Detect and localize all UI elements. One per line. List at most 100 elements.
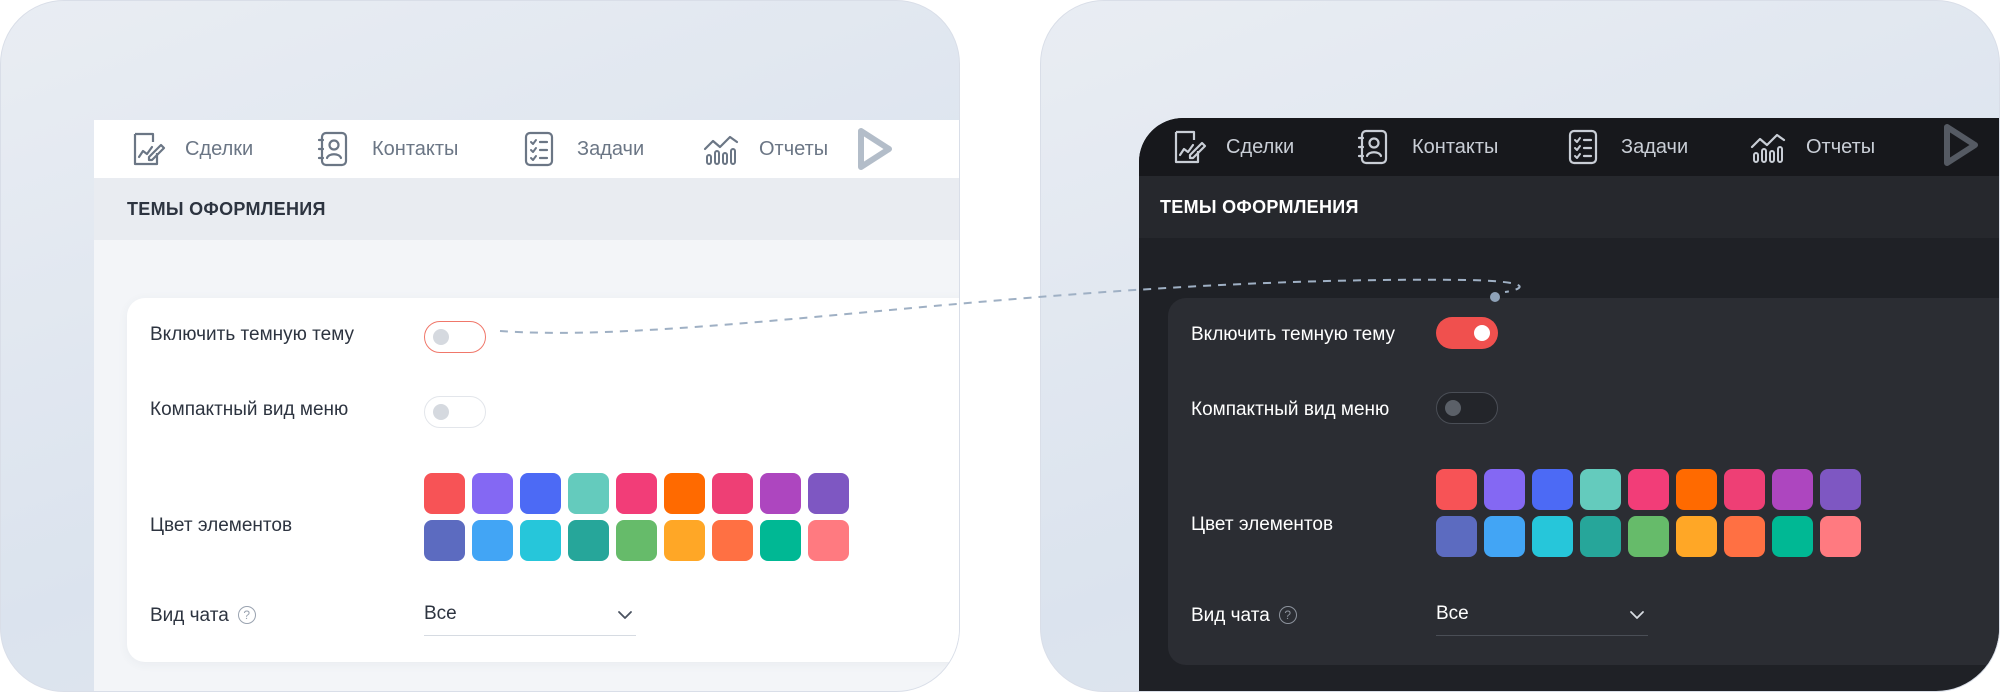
nav-item-label: Сделки <box>185 137 254 160</box>
deal-edit-icon <box>1174 130 1207 164</box>
help-icon[interactable]: ? <box>237 606 256 624</box>
color-swatch[interactable] <box>808 473 849 514</box>
color-swatch[interactable] <box>424 473 465 514</box>
color-swatch[interactable] <box>520 473 561 514</box>
color-swatch[interactable] <box>712 520 753 561</box>
color-swatch[interactable] <box>760 520 801 561</box>
task-list-icon <box>1568 129 1598 165</box>
color-swatch[interactable] <box>568 520 609 561</box>
settings-card: Включить темную тему Компактный вид меню… <box>1168 298 1999 665</box>
color-swatch[interactable] <box>1436 469 1477 510</box>
toggle-knob <box>1474 325 1490 341</box>
dark-theme-toggle[interactable] <box>424 321 486 353</box>
page-title: ТЕМЫ ОФОРМЛЕНИЯ <box>1160 196 1359 217</box>
color-swatch[interactable] <box>1580 516 1621 557</box>
nav-item-contacts[interactable]: Контакты <box>1354 118 1498 176</box>
contact-book-icon <box>317 131 348 167</box>
compact-menu-label: Компактный вид меню <box>1191 399 1390 420</box>
color-swatch[interactable] <box>664 520 705 561</box>
color-swatch[interactable] <box>472 520 513 561</box>
color-swatch[interactable] <box>1676 516 1717 557</box>
nav-item-label: Контакты <box>1412 135 1499 158</box>
nav-item-label: Задачи <box>577 137 645 160</box>
color-swatch[interactable] <box>1484 469 1525 510</box>
color-swatch[interactable] <box>1628 469 1669 510</box>
nav-item-contacts[interactable]: Контакты <box>314 120 458 178</box>
chat-view-select[interactable]: Все <box>1436 596 1648 636</box>
settings-card: Включить темную тему Компактный вид меню… <box>127 298 959 662</box>
chat-view-value: Все <box>424 603 457 624</box>
color-swatch[interactable] <box>616 473 657 514</box>
color-swatch[interactable] <box>1820 469 1861 510</box>
top-nav: Сделки Контакты Задачи Отчеты <box>94 120 959 178</box>
nav-item-reports[interactable]: Отчеты <box>701 120 828 178</box>
nav-item-label: Отчеты <box>1806 135 1876 158</box>
color-swatch[interactable] <box>1724 516 1765 557</box>
color-palette <box>1436 469 1861 557</box>
toggle-knob <box>433 328 449 345</box>
help-icon[interactable]: ? <box>1278 606 1297 624</box>
play-logo-icon[interactable] <box>853 125 897 173</box>
color-swatch[interactable] <box>1484 516 1525 557</box>
nav-item-label: Задачи <box>1621 135 1689 158</box>
report-chart-icon <box>703 135 739 165</box>
color-palette <box>424 473 849 561</box>
color-swatch[interactable] <box>568 473 609 514</box>
nav-item-label: Отчеты <box>759 137 829 160</box>
nav-item-tasks[interactable]: Задачи <box>519 120 644 178</box>
nav-item-label: Контакты <box>372 137 459 160</box>
chat-view-label-text: Вид чата <box>1191 605 1270 626</box>
color-swatch[interactable] <box>712 473 753 514</box>
play-logo-icon[interactable] <box>1939 121 1983 169</box>
color-swatch[interactable] <box>1820 516 1861 557</box>
chat-view-select[interactable]: Все <box>424 596 636 636</box>
dark-theme-label: Включить темную тему <box>150 324 354 345</box>
toggle-knob <box>1445 399 1461 416</box>
chat-view-label-text: Вид чата <box>150 605 229 626</box>
dark-theme-toggle[interactable] <box>1436 317 1498 349</box>
element-color-label: Цвет элементов <box>150 515 293 536</box>
light-app-window: Сделки Контакты Задачи Отчеты ТЕМЫ ОФОРМ… <box>94 120 959 691</box>
color-swatch[interactable] <box>520 520 561 561</box>
deal-edit-icon <box>133 132 166 166</box>
color-swatch[interactable] <box>760 473 801 514</box>
color-swatch[interactable] <box>424 520 465 561</box>
compact-menu-toggle[interactable] <box>424 396 486 428</box>
top-nav: Сделки Контакты Задачи Отчеты <box>1139 118 1999 176</box>
toggle-knob <box>433 403 449 420</box>
color-swatch[interactable] <box>1532 469 1573 510</box>
color-swatch[interactable] <box>1676 469 1717 510</box>
nav-item-label: Сделки <box>1226 135 1295 158</box>
color-swatch[interactable] <box>664 473 705 514</box>
color-swatch[interactable] <box>1772 516 1813 557</box>
report-chart-icon <box>1750 133 1786 163</box>
dark-app-window: Сделки Контакты Задачи Отчеты ТЕМЫ ОФОРМ… <box>1139 118 1999 691</box>
color-swatch[interactable] <box>808 520 849 561</box>
color-swatch[interactable] <box>616 520 657 561</box>
chat-view-label: Вид чата? <box>150 605 256 627</box>
color-swatch[interactable] <box>1724 469 1765 510</box>
chevron-down-icon <box>618 611 632 619</box>
dark-theme-preview: Сделки Контакты Задачи Отчеты ТЕМЫ ОФОРМ… <box>1040 0 2000 692</box>
nav-item-deals[interactable]: Сделки <box>1168 118 1294 176</box>
compact-menu-toggle[interactable] <box>1436 392 1498 424</box>
chevron-down-icon <box>1630 611 1644 619</box>
color-swatch[interactable] <box>1580 469 1621 510</box>
nav-item-tasks[interactable]: Задачи <box>1563 118 1688 176</box>
dark-theme-label: Включить темную тему <box>1191 324 1395 345</box>
task-list-icon <box>524 131 554 167</box>
contact-book-icon <box>1357 129 1388 165</box>
section-header: ТЕМЫ ОФОРМЛЕНИЯ <box>1139 176 1999 238</box>
element-color-label: Цвет элементов <box>1191 514 1334 535</box>
color-swatch[interactable] <box>1628 516 1669 557</box>
color-swatch[interactable] <box>1772 469 1813 510</box>
color-swatch[interactable] <box>1532 516 1573 557</box>
chat-view-value: Все <box>1436 603 1469 624</box>
nav-item-deals[interactable]: Сделки <box>127 120 253 178</box>
chat-view-label: Вид чата? <box>1191 605 1297 627</box>
color-swatch[interactable] <box>472 473 513 514</box>
light-theme-preview: Сделки Контакты Задачи Отчеты ТЕМЫ ОФОРМ… <box>0 0 960 692</box>
nav-item-reports[interactable]: Отчеты <box>1748 118 1875 176</box>
section-header: ТЕМЫ ОФОРМЛЕНИЯ <box>94 178 959 240</box>
color-swatch[interactable] <box>1436 516 1477 557</box>
